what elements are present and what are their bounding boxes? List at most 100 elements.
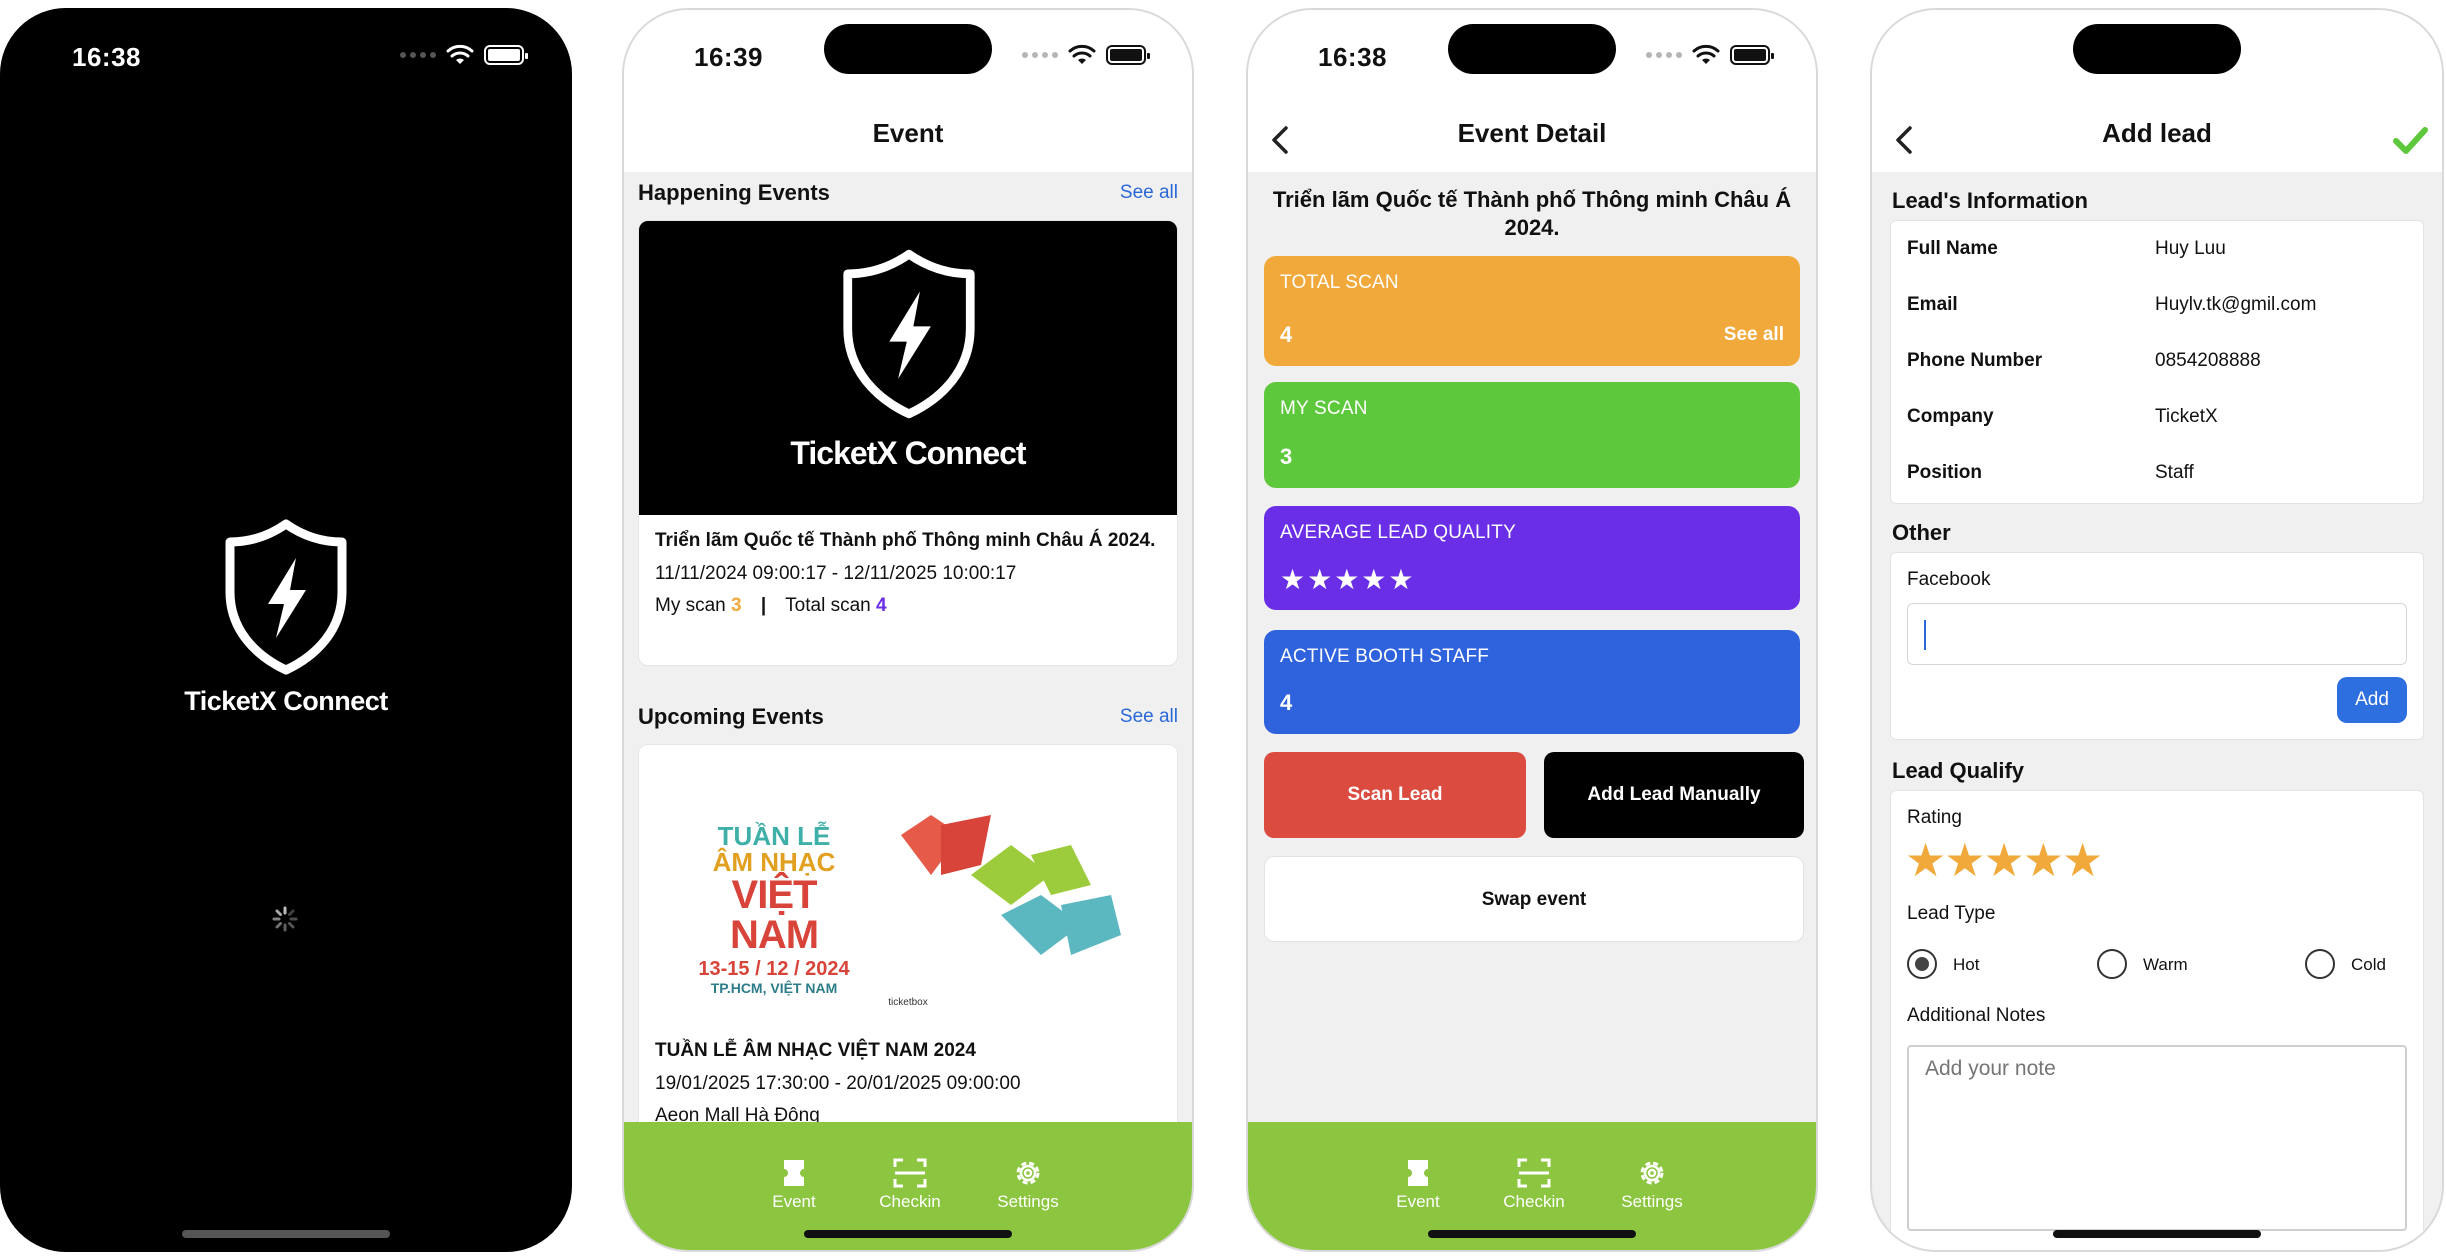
total-scan-value: 4 bbox=[875, 595, 887, 616]
wifi-icon bbox=[1692, 44, 1720, 64]
info-value: Huy Luu bbox=[2155, 238, 2226, 259]
see-all-happening-link[interactable]: See all bbox=[1120, 182, 1178, 204]
facebook-input[interactable] bbox=[1907, 603, 2407, 665]
separator: | bbox=[760, 595, 767, 616]
tab-event[interactable]: Event bbox=[734, 1158, 854, 1212]
ticket-icon bbox=[1408, 1160, 1428, 1186]
swap-event-button[interactable]: Swap event bbox=[1264, 856, 1804, 942]
other-heading: Other bbox=[1892, 520, 1951, 545]
my-scan-card: MY SCAN 3 bbox=[1264, 382, 1800, 488]
info-key: Phone Number bbox=[1907, 350, 2043, 371]
scan-icon bbox=[893, 1158, 927, 1188]
info-key: Email bbox=[1907, 294, 1958, 315]
status-icons bbox=[1022, 44, 1150, 66]
tab-settings[interactable]: Settings bbox=[1592, 1158, 1712, 1212]
event-info: TUẦN LỄ ÂM NHẠC VIỆT NAM 2024 19/01/2025… bbox=[639, 1035, 1177, 1131]
event-datetime: 19/01/2025 17:30:00 - 20/01/2025 09:00:0… bbox=[655, 1073, 1021, 1094]
info-value: Huylv.tk@gmil.com bbox=[2155, 294, 2317, 315]
poster-text: TUẦN LỄ ÂM NHẠC VIỆT NAM 13-15 / 12 / 20… bbox=[689, 823, 859, 995]
radio-label: Cold bbox=[2351, 955, 2386, 974]
happening-events-heading: Happening Events See all bbox=[638, 180, 1178, 206]
status-bar: 16:38 bbox=[2, 10, 570, 90]
radio-label: Warm bbox=[2143, 955, 2188, 974]
info-row-company[interactable]: Company TicketX bbox=[1907, 389, 2407, 445]
status-icons bbox=[400, 44, 528, 66]
dynamic-island bbox=[1448, 24, 1616, 74]
home-indicator bbox=[2053, 1230, 2261, 1238]
wifi-icon bbox=[1068, 44, 1096, 64]
page-title: Add lead bbox=[2102, 118, 2212, 148]
total-scan-card[interactable]: TOTAL SCAN 4 See all bbox=[1264, 256, 1800, 366]
event-detail-screen: 16:38 Event Detail Triển lãm Quốc tế Thà… bbox=[1246, 8, 1818, 1252]
rating-stars[interactable]: ★★★★★ bbox=[1905, 835, 2103, 885]
tab-label: Settings bbox=[1621, 1192, 1683, 1211]
status-bar: 16:38 bbox=[1248, 10, 1816, 90]
info-row-phone[interactable]: Phone Number 0854208888 bbox=[1907, 333, 2407, 389]
notes-textarea[interactable] bbox=[1907, 1045, 2407, 1231]
nav-bar: Event bbox=[624, 90, 1192, 172]
lead-info-panel: Full Name Huy Luu Email Huylv.tk@gmil.co… bbox=[1890, 220, 2424, 504]
status-bar bbox=[1872, 10, 2442, 90]
tab-label: Checkin bbox=[879, 1192, 941, 1211]
scan-lead-button[interactable]: Scan Lead bbox=[1264, 752, 1526, 838]
splash-screen: 16:38 TicketX Connect bbox=[0, 8, 572, 1252]
notes-label: Additional Notes bbox=[1907, 1005, 2046, 1026]
poster-line1: TUẦN LỄ bbox=[717, 821, 831, 851]
stat-label: TOTAL SCAN bbox=[1280, 272, 1399, 293]
radio-label: Hot bbox=[1953, 955, 1980, 974]
average-lead-quality-card: AVERAGE LEAD QUALITY ★★★★★ bbox=[1264, 506, 1800, 610]
dynamic-island bbox=[2073, 24, 2241, 74]
upcoming-event-card[interactable]: TUẦN LỄ ÂM NHẠC VIỆT NAM 13-15 / 12 / 20… bbox=[638, 744, 1178, 1164]
see-all-upcoming-link[interactable]: See all bbox=[1120, 706, 1178, 728]
tab-label: Event bbox=[772, 1192, 816, 1211]
banner-brand: TicketX Connect bbox=[790, 435, 1026, 471]
total-scan-label: Total scan bbox=[785, 595, 871, 616]
info-row-email[interactable]: Email Huylv.tk@gmil.com bbox=[1907, 277, 2407, 333]
gear-icon bbox=[1640, 1161, 1664, 1185]
upcoming-events-heading: Upcoming Events See all bbox=[638, 704, 1178, 730]
stat-value: 4 bbox=[1280, 690, 1293, 715]
add-lead-screen: Add lead Lead's Information Full Name Hu… bbox=[1870, 8, 2444, 1252]
lead-qualify-panel: Rating ★★★★★ Lead Type Hot Warm Cold Add… bbox=[1890, 790, 2424, 1250]
info-value: Staff bbox=[2155, 462, 2194, 483]
lead-type-hot-radio[interactable] bbox=[1907, 949, 1937, 979]
nav-bar: Event Detail bbox=[1248, 90, 1816, 172]
lead-type-warm-radio[interactable] bbox=[2097, 949, 2127, 979]
lead-type-cold-radio[interactable] bbox=[2305, 949, 2335, 979]
tab-checkin[interactable]: Checkin bbox=[1474, 1158, 1594, 1212]
section-title: Upcoming Events bbox=[638, 704, 824, 729]
stat-value: 3 bbox=[1280, 444, 1293, 469]
info-row-position[interactable]: Position Staff bbox=[1907, 445, 2407, 501]
happening-event-card[interactable]: TicketX Connect Triển lãm Quốc tế Thành … bbox=[638, 220, 1178, 666]
tab-event[interactable]: Event bbox=[1358, 1158, 1478, 1212]
dynamic-island bbox=[824, 24, 992, 74]
event-name: TUẦN LỄ ÂM NHẠC VIỆT NAM 2024 bbox=[655, 1040, 976, 1061]
add-lead-manually-button[interactable]: Add Lead Manually bbox=[1544, 752, 1804, 838]
tab-settings[interactable]: Settings bbox=[968, 1158, 1088, 1212]
lead-info-heading: Lead's Information bbox=[1892, 188, 2088, 213]
page-title: Event Detail bbox=[1457, 118, 1607, 148]
tab-label: Checkin bbox=[1503, 1192, 1565, 1211]
nav-bar: Add lead bbox=[1872, 90, 2442, 172]
add-facebook-button[interactable]: Add bbox=[2337, 677, 2407, 723]
checkmark-save-icon[interactable] bbox=[2390, 120, 2430, 160]
battery-icon bbox=[1106, 45, 1150, 65]
text-cursor bbox=[1924, 620, 1926, 650]
poster-place: TP.HCM, VIỆT NAM bbox=[710, 980, 838, 996]
tab-label: Event bbox=[1396, 1192, 1440, 1211]
battery-icon bbox=[1730, 45, 1774, 65]
see-all-scans-link[interactable]: See all bbox=[1724, 324, 1784, 346]
info-row-full-name[interactable]: Full Name Huy Luu bbox=[1907, 221, 2407, 277]
rating-stars: ★★★★★ bbox=[1280, 564, 1416, 595]
event-list-screen: 16:39 Event Happening Events See all Tic… bbox=[622, 8, 1194, 1252]
info-key: Full Name bbox=[1907, 238, 1998, 259]
info-value: TicketX bbox=[2155, 406, 2218, 427]
poster-line2: ÂM NHẠC bbox=[712, 847, 836, 877]
page-title: Event bbox=[872, 118, 944, 148]
tab-checkin[interactable]: Checkin bbox=[850, 1158, 970, 1212]
home-indicator bbox=[804, 1230, 1012, 1238]
info-key: Company bbox=[1907, 406, 1994, 427]
wifi-icon bbox=[446, 44, 474, 64]
app-name: TicketX Connect bbox=[184, 686, 388, 716]
poster-dates: 13-15 / 12 / 2024 bbox=[698, 958, 850, 980]
